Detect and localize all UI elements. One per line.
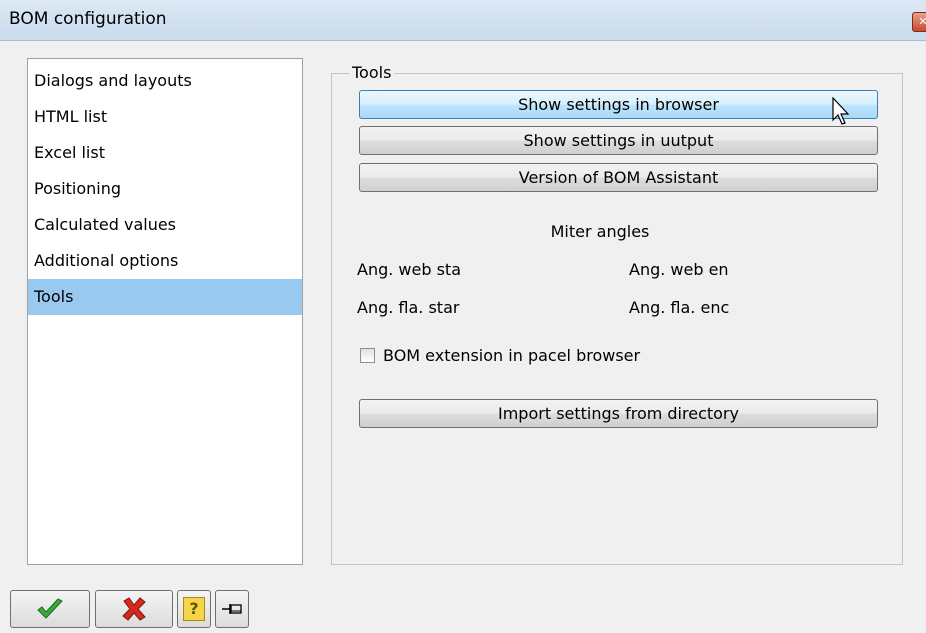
ang-web-start-label: Ang. web sta [357,260,461,279]
miter-angles-heading: Miter angles [550,222,650,241]
pin-icon [222,604,242,614]
pin-button[interactable] [215,590,249,628]
show-settings-in-output-button[interactable]: Show settings in uutput [359,126,878,155]
window-title: BOM configuration [9,9,167,29]
list-item-dialogs-and-layouts[interactable]: Dialogs and layouts [28,63,302,99]
help-button[interactable]: ? [177,590,211,628]
help-icon: ? [183,597,205,621]
close-button[interactable]: ✕ [912,12,926,32]
ang-fla-start-label: Ang. fla. star [357,298,460,317]
ok-button[interactable] [10,590,90,628]
ang-fla-end-label: Ang. fla. enc [629,298,730,317]
list-item-calculated-values[interactable]: Calculated values [28,207,302,243]
ok-check-icon [37,598,63,619]
import-settings-button[interactable]: Import settings from directory [359,399,878,428]
list-item-additional-options[interactable]: Additional options [28,243,302,279]
list-item-positioning[interactable]: Positioning [28,171,302,207]
bom-extension-label[interactable]: BOM extension in pacel browser [383,346,640,365]
cancel-button[interactable] [95,590,173,628]
bom-extension-checkbox[interactable] [360,348,375,363]
show-settings-in-browser-button[interactable]: Show settings in browser [359,90,878,119]
tools-group-title: Tools [349,63,395,83]
mouse-cursor-icon [832,97,850,125]
list-item-html-list[interactable]: HTML list [28,99,302,135]
list-item-excel-list[interactable]: Excel list [28,135,302,171]
title-bar: BOM configuration ✕ [0,0,926,41]
ang-web-end-label: Ang. web en [629,260,729,279]
cancel-x-icon [122,597,146,621]
version-of-bom-assistant-button[interactable]: Version of BOM Assistant [359,163,878,192]
category-list[interactable]: Dialogs and layouts HTML list Excel list… [27,58,303,565]
close-icon: ✕ [918,15,926,28]
list-item-tools[interactable]: Tools [28,279,302,315]
